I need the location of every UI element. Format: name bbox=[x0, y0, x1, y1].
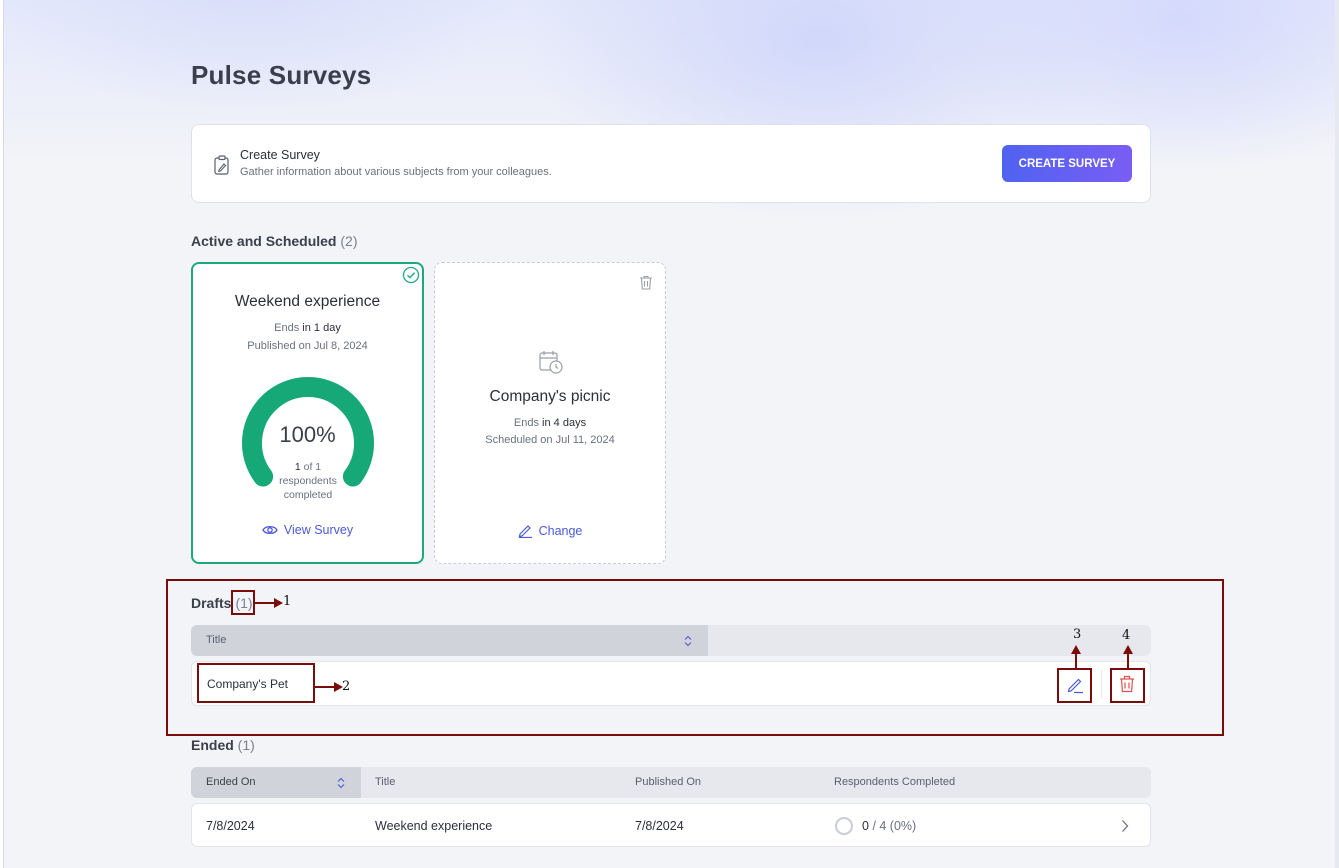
respondents-count: 1 bbox=[294, 461, 301, 473]
check-circle-icon bbox=[402, 266, 420, 284]
survey-card-ends: Ends in 1 day bbox=[193, 322, 422, 334]
change-label: Change bbox=[538, 523, 583, 538]
annotation-arrow-2 bbox=[315, 682, 343, 692]
annotation-arrow-1 bbox=[255, 598, 283, 608]
ended-section-title: Ended (1) bbox=[191, 737, 255, 753]
cell-published-on: 7/8/2024 bbox=[635, 819, 684, 833]
column-label-title[interactable]: Title bbox=[375, 776, 395, 788]
annotation-region-box bbox=[166, 579, 1224, 736]
ended-section-count: (1) bbox=[237, 737, 255, 753]
respondents-word: respondents bbox=[279, 475, 337, 487]
ended-section-label: Ended bbox=[191, 737, 234, 753]
annotation-box-2 bbox=[197, 663, 315, 703]
page-title: Pulse Surveys bbox=[191, 60, 372, 90]
ends-prefix: Ends bbox=[274, 322, 300, 334]
change-survey-link[interactable]: Change bbox=[435, 523, 665, 538]
column-label-published-on[interactable]: Published On bbox=[635, 776, 701, 788]
ends-prefix: Ends bbox=[513, 417, 539, 429]
annotation-arrow-3 bbox=[1071, 645, 1081, 669]
annotation-label-3: 3 bbox=[1073, 627, 1082, 642]
view-survey-label: View Survey bbox=[283, 523, 354, 537]
ends-value: in 1 day bbox=[302, 322, 341, 334]
annotation-box-4 bbox=[1110, 668, 1145, 703]
annotation-box-1 bbox=[231, 590, 255, 615]
survey-card-title: Company's picnic bbox=[489, 388, 611, 405]
ended-table-header: Ended On Title Published On Respondents … bbox=[191, 767, 1151, 798]
survey-card-company-picnic[interactable]: Company's picnic Ends in 4 days Schedule… bbox=[434, 262, 666, 564]
active-section-title: Active and Scheduled (2) bbox=[191, 233, 358, 249]
progress-ring-icon bbox=[835, 817, 853, 835]
window-left-edge bbox=[0, 0, 4, 868]
ended-on-column-header[interactable]: Ended On bbox=[191, 767, 361, 798]
survey-card-scheduled: Scheduled on Jul 11, 2024 bbox=[485, 434, 615, 446]
annotation-label-1: 1 bbox=[283, 594, 292, 609]
respondents-summary: 1 of 1 respondents completed bbox=[263, 460, 353, 502]
trash-icon[interactable] bbox=[639, 275, 653, 290]
eye-icon bbox=[262, 525, 278, 535]
active-section-label: Active and Scheduled bbox=[191, 233, 337, 249]
survey-card-ends: Ends in 4 days bbox=[435, 417, 665, 429]
annotation-arrow-4 bbox=[1123, 645, 1133, 669]
annotation-label-2: 2 bbox=[342, 679, 351, 694]
cell-ended-on: 7/8/2024 bbox=[206, 819, 255, 833]
create-survey-subtitle: Gather information about various subject… bbox=[240, 166, 552, 178]
respondents-total: of 1 bbox=[303, 461, 322, 473]
clipboard-pen-icon bbox=[214, 155, 229, 175]
annotation-box-3 bbox=[1057, 668, 1092, 703]
completed-word: completed bbox=[283, 489, 333, 501]
ended-table-row[interactable]: 7/8/2024 Weekend experience 7/8/2024 0 /… bbox=[191, 803, 1151, 847]
create-survey-button[interactable]: CREATE SURVEY bbox=[1002, 145, 1132, 182]
create-survey-title: Create Survey bbox=[240, 148, 320, 162]
cell-title: Weekend experience bbox=[375, 819, 493, 833]
ends-value: in 4 days bbox=[542, 417, 587, 429]
create-survey-card: Create Survey Gather information about v… bbox=[191, 124, 1151, 203]
survey-card-published: Published on Jul 8, 2024 bbox=[247, 340, 368, 352]
annotation-label-4: 4 bbox=[1122, 628, 1131, 643]
column-label-ended-on: Ended On bbox=[206, 776, 256, 788]
cell-respondents-completed: 0 / 4 (0%) bbox=[862, 819, 916, 833]
chevron-right-icon[interactable] bbox=[1120, 819, 1130, 833]
sort-icon[interactable] bbox=[337, 777, 345, 789]
completion-percent: 100% bbox=[279, 422, 336, 447]
respondents-count: 0 bbox=[862, 819, 869, 833]
active-section-count: (2) bbox=[340, 233, 358, 249]
view-survey-link[interactable]: View Survey bbox=[193, 523, 422, 537]
column-label-respondents-completed[interactable]: Respondents Completed bbox=[834, 776, 955, 788]
pencil-icon bbox=[518, 525, 532, 538]
survey-card-weekend-experience[interactable]: Weekend experience Ends in 1 day Publish… bbox=[191, 262, 424, 564]
scrollbar-track[interactable] bbox=[1335, 0, 1339, 868]
calendar-clock-icon bbox=[539, 351, 563, 374]
survey-card-title: Weekend experience bbox=[234, 293, 381, 310]
respondents-total: / 4 (0%) bbox=[872, 819, 917, 833]
